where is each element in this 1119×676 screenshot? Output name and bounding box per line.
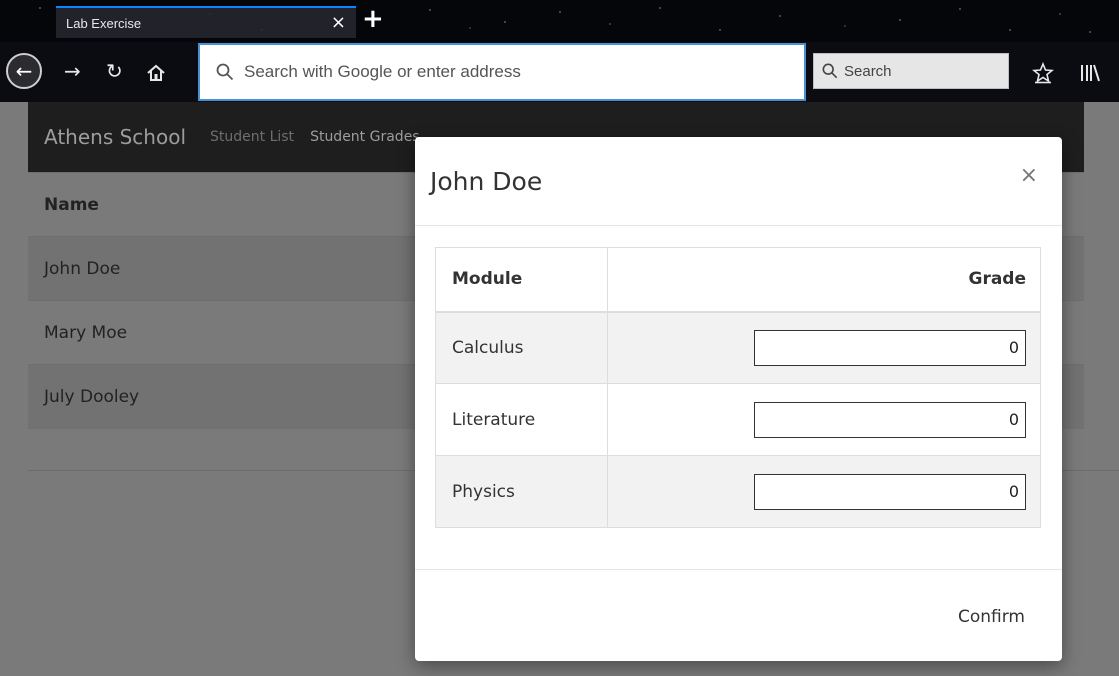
column-header-module: Module: [435, 247, 608, 313]
table-row: Literature: [435, 383, 1041, 456]
new-tab-button[interactable]: +: [362, 4, 384, 34]
browser-tab-bar: Lab Exercise × +: [0, 0, 1119, 42]
library-icon: [1081, 64, 1100, 81]
grades-header-row: Module Grade: [435, 247, 1041, 313]
reload-icon: ↻: [106, 59, 123, 83]
search-icon: [216, 63, 234, 81]
grades-modal: John Doe × Module Grade Calculus Literat…: [415, 137, 1062, 661]
tab-close-icon[interactable]: ×: [331, 14, 346, 32]
url-input[interactable]: [244, 62, 784, 82]
url-bar[interactable]: [198, 43, 806, 101]
browser-nav-bar: ← → ↻: [0, 42, 1119, 102]
tab-title: Lab Exercise: [66, 15, 142, 31]
library-button[interactable]: [1078, 56, 1102, 86]
confirm-button[interactable]: Confirm: [958, 607, 1025, 627]
reload-button[interactable]: ↻: [106, 56, 123, 86]
browser-search-box[interactable]: [813, 53, 1009, 89]
brand-logo[interactable]: Athens School: [44, 125, 186, 149]
arrow-right-icon: →: [64, 59, 81, 83]
close-icon[interactable]: ×: [1020, 165, 1038, 187]
modal-body: Module Grade Calculus Literature Physics: [415, 226, 1062, 528]
search-icon: [822, 63, 838, 79]
column-header-grade: Grade: [607, 247, 1041, 313]
table-row: Physics: [435, 455, 1041, 528]
grade-input-physics[interactable]: [754, 473, 1026, 510]
grade-cell: [607, 383, 1041, 456]
grade-input-literature[interactable]: [754, 401, 1026, 438]
back-button[interactable]: ←: [6, 53, 42, 89]
module-name: Calculus: [435, 311, 608, 384]
browser-tab[interactable]: Lab Exercise ×: [56, 6, 356, 38]
nav-student-list[interactable]: Student List: [210, 129, 294, 145]
bookmarks-button[interactable]: [1031, 56, 1055, 86]
module-name: Physics: [435, 455, 608, 528]
home-button[interactable]: [146, 56, 166, 86]
module-name: Literature: [435, 383, 608, 456]
grade-cell: [607, 455, 1041, 528]
table-row: Calculus: [435, 311, 1041, 384]
modal-title: John Doe: [430, 167, 543, 196]
grades-table: Module Grade Calculus Literature Physics: [435, 247, 1041, 528]
browser-search-input[interactable]: [844, 62, 1004, 80]
modal-footer: Confirm: [415, 569, 1062, 661]
arrow-left-icon: ←: [15, 59, 33, 83]
forward-button[interactable]: →: [64, 56, 81, 86]
modal-header: John Doe ×: [415, 137, 1062, 226]
star-tray-icon: [1031, 61, 1055, 83]
grade-cell: [607, 311, 1041, 384]
home-icon: [147, 64, 165, 81]
grade-input-calculus[interactable]: [754, 329, 1026, 366]
nav-student-grades[interactable]: Student Grades: [310, 129, 420, 145]
